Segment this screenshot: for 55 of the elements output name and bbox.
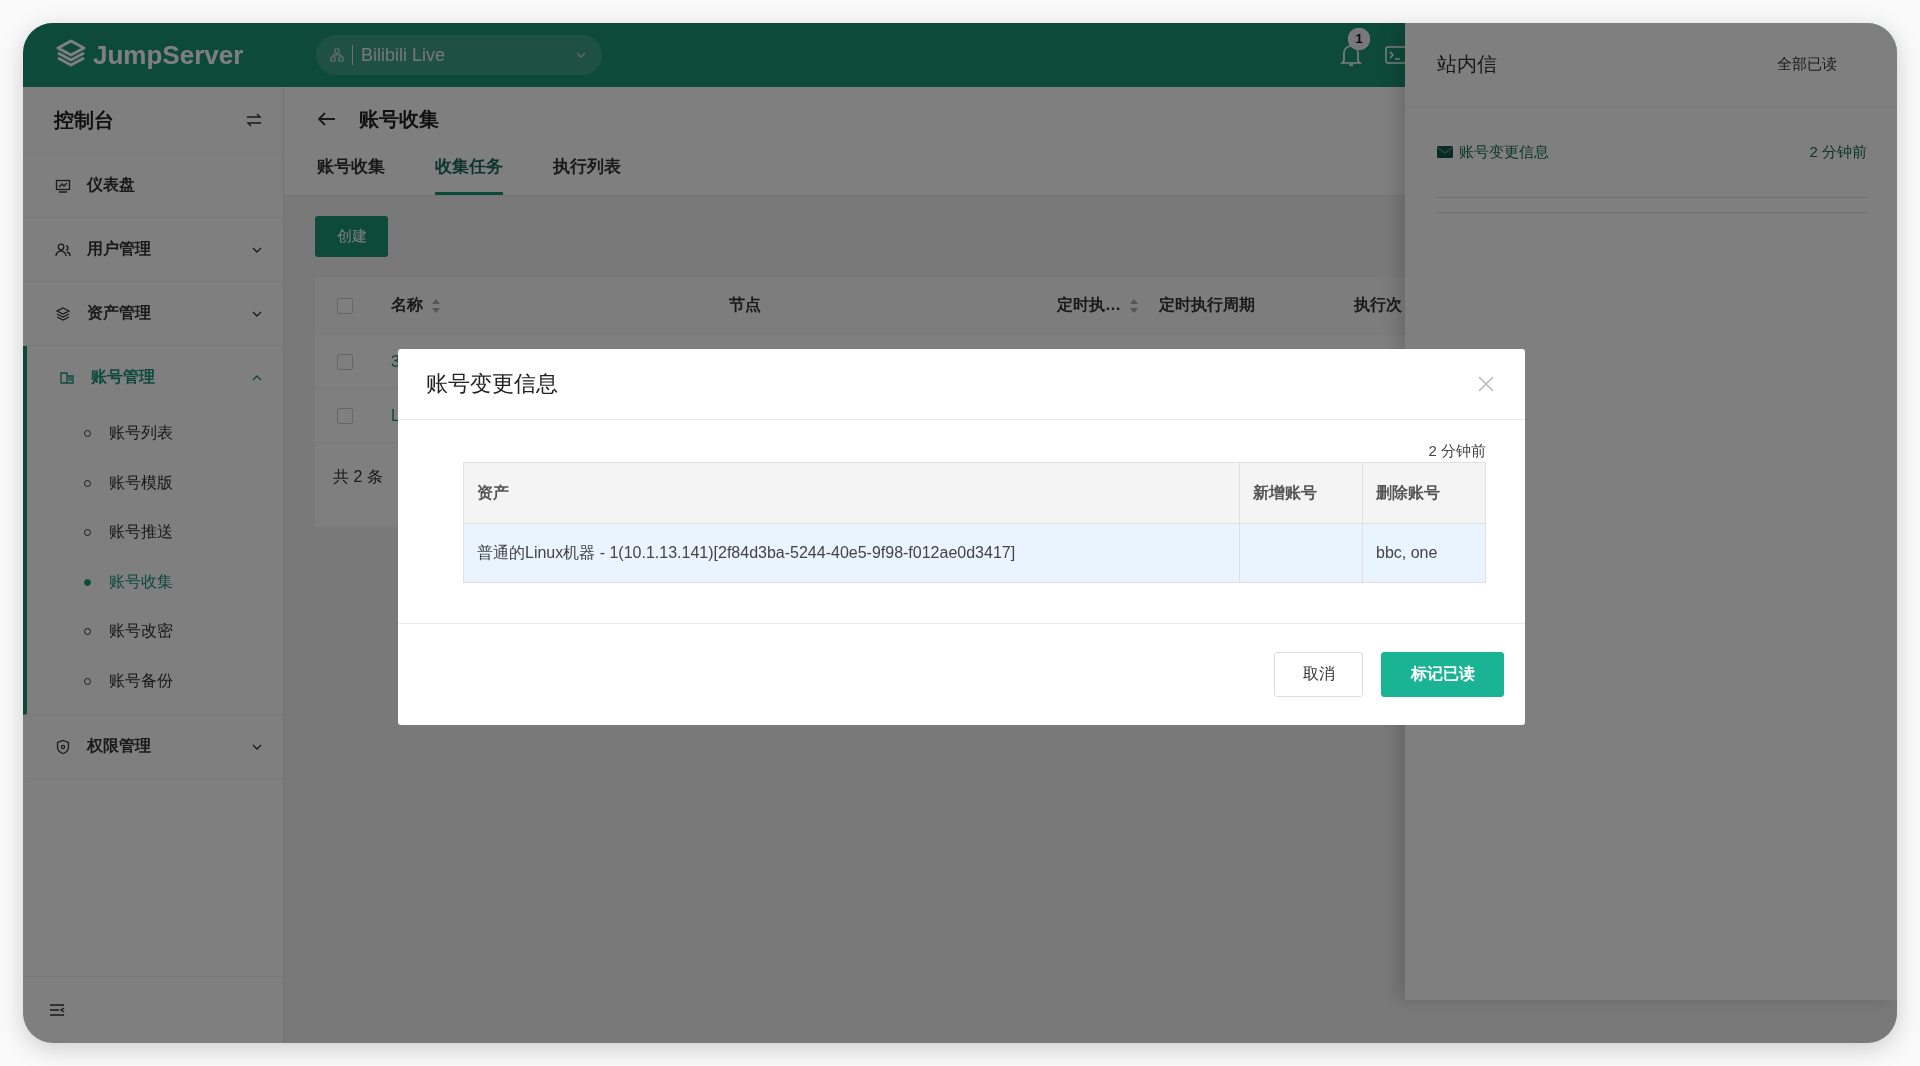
sort-icon[interactable] (1129, 297, 1139, 314)
column-header: 新增账号 (1239, 462, 1363, 524)
mark-read-button[interactable]: 标记已读 (1381, 652, 1504, 697)
mark-all-read-link[interactable]: 全部已读 (1777, 55, 1837, 74)
monitor-icon (55, 177, 71, 194)
timestamp: 2 分钟前 (1427, 442, 1486, 461)
sidebar-title: 控制台 (54, 107, 114, 133)
sidebar-subitem[interactable]: 账号备份 (27, 656, 283, 706)
close-icon[interactable] (1477, 375, 1495, 393)
layers-icon (55, 305, 71, 322)
sort-icon[interactable] (431, 297, 441, 314)
dialog-title: 账号变更信息 (426, 370, 558, 398)
checkbox[interactable] (337, 407, 353, 424)
sidebar-item[interactable]: 权限管理 (27, 715, 283, 778)
shield-icon (55, 738, 71, 755)
column-header: 资产 (463, 462, 1240, 524)
tab[interactable]: 收集任务 (435, 151, 503, 195)
id-card-icon (59, 369, 75, 386)
sidebar-subitem[interactable]: 账号列表 (27, 409, 283, 459)
page-title: 账号收集 (359, 106, 439, 132)
table-cell: 普通的Linux机器 - 1(10.1.13.141)[2f84d3ba-5244-40e5-9f98-f012ae0d3417] (463, 523, 1240, 583)
swap-icon[interactable] (245, 111, 263, 129)
org-icon (330, 48, 344, 62)
back-arrow-icon[interactable] (317, 111, 337, 127)
collapse-menu-icon[interactable] (49, 1003, 65, 1017)
total-count: 共 2 条 (333, 468, 383, 485)
sidebar-subitem[interactable]: 账号推送 (27, 508, 283, 558)
notification-badge: 1 (1348, 28, 1370, 50)
sidebar-subitem[interactable]: 账号收集 (27, 557, 283, 607)
column-header: 名称 (391, 295, 423, 315)
checkbox[interactable] (337, 353, 353, 370)
column-header: 节点 (729, 295, 761, 315)
column-header: 删除账号 (1362, 462, 1486, 524)
sidebar-item[interactable]: 账号管理 (27, 346, 283, 409)
cancel-button[interactable]: 取消 (1274, 652, 1363, 697)
sidebar-item[interactable]: 仪表盘 (27, 154, 283, 217)
logo-text: JumpServer (93, 39, 244, 71)
column-header: 执行次 (1354, 295, 1402, 315)
envelope-icon (1437, 146, 1453, 158)
sidebar-subitem[interactable]: 账号模版 (27, 458, 283, 508)
message-item[interactable]: 账号变更信息 2 分钟前 (1437, 107, 1867, 198)
tab[interactable]: 执行列表 (553, 151, 621, 195)
checkbox[interactable] (337, 297, 353, 314)
table-cell: bbc, one (1362, 523, 1486, 583)
create-button[interactable]: 创建 (315, 216, 388, 257)
sidebar-item[interactable]: 资产管理 (27, 282, 283, 345)
drawer-title: 站内信 (1437, 52, 1497, 77)
column-header: 定时执行周期 (1159, 295, 1255, 315)
users-icon (55, 241, 71, 258)
column-header: 定时执… (1057, 295, 1121, 315)
sidebar-item[interactable]: 用户管理 (27, 218, 283, 281)
task-name-link[interactable]: L (391, 406, 400, 425)
sidebar-subitem[interactable]: 账号改密 (27, 607, 283, 657)
tab[interactable]: 账号收集 (317, 151, 385, 195)
terminal-icon[interactable] (1385, 45, 1407, 65)
